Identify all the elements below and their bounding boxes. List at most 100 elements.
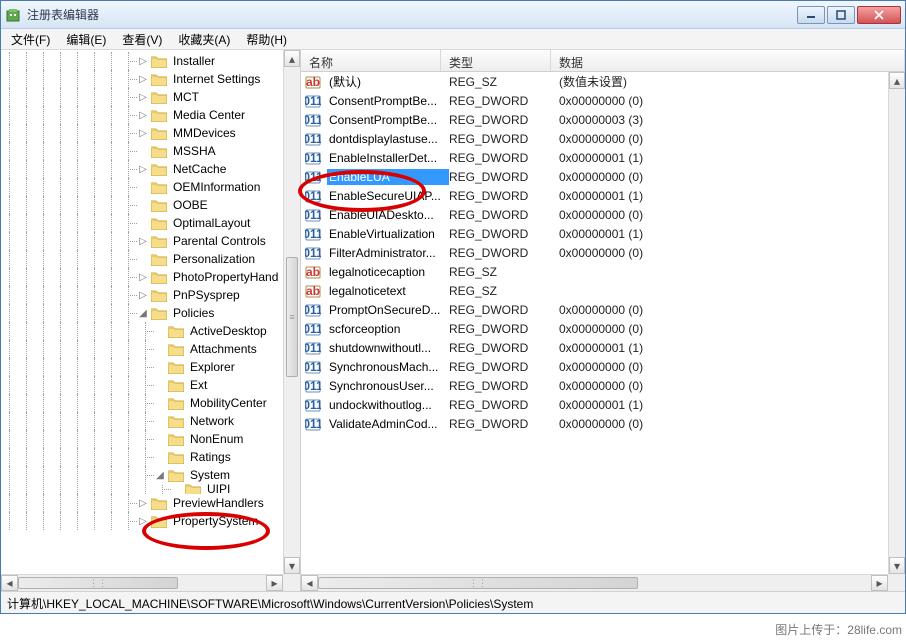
svg-text:011: 011 xyxy=(305,322,321,336)
folder-icon xyxy=(168,361,184,374)
svg-text:011: 011 xyxy=(305,94,321,108)
tree-item[interactable]: OEMInformation xyxy=(1,178,283,196)
value-row[interactable]: 011shutdownwithoutl...REG_DWORD0x0000000… xyxy=(301,338,888,357)
maximize-button[interactable] xyxy=(827,6,855,24)
value-row[interactable]: 011PromptOnSecureD...REG_DWORD0x00000000… xyxy=(301,300,888,319)
value-row[interactable]: 011EnableUIADeskto...REG_DWORD0x00000000… xyxy=(301,205,888,224)
scroll-right-button[interactable]: ▸ xyxy=(266,575,283,591)
value-data: 0x00000001 (1) xyxy=(559,189,888,203)
tree-item[interactable]: MobilityCenter xyxy=(1,394,283,412)
list-header[interactable]: 名称 类型 数据 xyxy=(301,50,905,72)
scroll-up-button[interactable]: ▴ xyxy=(284,50,300,67)
menu-help[interactable]: 帮助(H) xyxy=(238,29,295,50)
scroll-down-button[interactable]: ▾ xyxy=(889,557,905,574)
expander-icon[interactable]: ▷ xyxy=(137,56,149,67)
tree-item[interactable]: ▷PreviewHandlers xyxy=(1,494,283,512)
menu-file[interactable]: 文件(F) xyxy=(3,29,58,50)
tree-item[interactable]: ▷MCT xyxy=(1,88,283,106)
tree-item[interactable]: Attachments xyxy=(1,340,283,358)
tree-item[interactable]: ▷Internet Settings xyxy=(1,70,283,88)
minimize-button[interactable] xyxy=(797,6,825,24)
reg-dword-icon: 011 xyxy=(305,188,321,204)
tree-item[interactable]: MSSHA xyxy=(1,142,283,160)
tree-item[interactable]: ▷Parental Controls xyxy=(1,232,283,250)
value-row[interactable]: 011EnableSecureUIAP...REG_DWORD0x0000000… xyxy=(301,186,888,205)
value-row[interactable]: ab(默认)REG_SZ(数值未设置) xyxy=(301,72,888,91)
expander-icon[interactable]: ▷ xyxy=(137,92,149,103)
value-row[interactable]: 011ValidateAdminCod...REG_DWORD0x0000000… xyxy=(301,414,888,433)
tree-item[interactable]: ◢System xyxy=(1,466,283,484)
list-vscrollbar[interactable]: ▴ ▾ xyxy=(888,72,905,574)
tree-item[interactable]: ActiveDesktop xyxy=(1,322,283,340)
value-list[interactable]: ab(默认)REG_SZ(数值未设置)011ConsentPromptBe...… xyxy=(301,72,888,574)
tree-item[interactable]: Explorer xyxy=(1,358,283,376)
menu-edit[interactable]: 编辑(E) xyxy=(58,29,114,50)
tree-item[interactable]: ▷NetCache xyxy=(1,160,283,178)
expander-icon[interactable]: ◢ xyxy=(154,470,166,481)
tree-item-label: Media Center xyxy=(171,108,247,122)
menu-favorites[interactable]: 收藏夹(A) xyxy=(170,29,238,50)
registry-tree[interactable]: ▷Installer▷Internet Settings▷MCT▷Media C… xyxy=(1,50,283,574)
tree-item[interactable]: Personalization xyxy=(1,250,283,268)
tree-item[interactable]: NonEnum xyxy=(1,430,283,448)
expander-icon[interactable]: ▷ xyxy=(137,128,149,139)
tree-item[interactable]: ▷PhotoPropertyHand xyxy=(1,268,283,286)
expander-icon[interactable]: ▷ xyxy=(137,110,149,121)
tree-vscrollbar[interactable]: ▴ ≡ ▾ xyxy=(283,50,300,574)
expander-icon[interactable]: ▷ xyxy=(137,74,149,85)
expander-icon[interactable]: ▷ xyxy=(137,290,149,301)
expander-icon[interactable]: ◢ xyxy=(137,308,149,319)
column-type[interactable]: 类型 xyxy=(441,50,551,71)
folder-icon xyxy=(168,433,184,446)
tree-item[interactable]: OptimalLayout xyxy=(1,214,283,232)
tree-item[interactable]: ▷ Media Center xyxy=(1,106,283,124)
expander-icon[interactable]: ▷ xyxy=(137,164,149,175)
column-data[interactable]: 数据 xyxy=(551,50,905,71)
scroll-left-button[interactable]: ◂ xyxy=(1,575,18,591)
value-row[interactable]: 011EnableInstallerDet...REG_DWORD0x00000… xyxy=(301,148,888,167)
list-hscrollbar[interactable]: ◂ ⋮⋮ ▸ xyxy=(301,574,888,591)
value-type: REG_DWORD xyxy=(449,170,559,184)
tree-item[interactable]: ◢Policies xyxy=(1,304,283,322)
value-row[interactable]: 011undockwithoutlog...REG_DWORD0x0000000… xyxy=(301,395,888,414)
tree-item[interactable]: ▷PnPSysprep xyxy=(1,286,283,304)
scroll-up-button[interactable]: ▴ xyxy=(889,72,905,89)
value-row[interactable]: 011EnableVirtualizationREG_DWORD0x000000… xyxy=(301,224,888,243)
value-row[interactable]: 011EnableLUAREG_DWORD0x00000000 (0) xyxy=(301,167,888,186)
value-type: REG_DWORD xyxy=(449,208,559,222)
tree-item[interactable]: ▷PropertySystem xyxy=(1,512,283,530)
expander-icon[interactable]: ▷ xyxy=(137,272,149,283)
expander-icon[interactable]: ▷ xyxy=(137,498,149,509)
scroll-corner xyxy=(283,574,300,591)
scroll-down-button[interactable]: ▾ xyxy=(284,557,300,574)
value-name: EnableUIADeskto... xyxy=(327,207,449,223)
value-row[interactable]: 011ConsentPromptBe...REG_DWORD0x00000003… xyxy=(301,110,888,129)
close-button[interactable] xyxy=(857,6,901,24)
tree-item[interactable]: ▷Installer xyxy=(1,52,283,70)
menu-view[interactable]: 查看(V) xyxy=(114,29,170,50)
scroll-right-button[interactable]: ▸ xyxy=(871,575,888,591)
reg-sz-icon: ab xyxy=(305,283,321,299)
value-row[interactable]: 011SynchronousMach...REG_DWORD0x00000000… xyxy=(301,357,888,376)
tree-item[interactable]: UIPI xyxy=(1,484,283,494)
expander-icon[interactable]: ▷ xyxy=(137,516,149,527)
value-row[interactable]: 011SynchronousUser...REG_DWORD0x00000000… xyxy=(301,376,888,395)
value-row[interactable]: ablegalnoticecaptionREG_SZ xyxy=(301,262,888,281)
tree-item[interactable]: OOBE xyxy=(1,196,283,214)
value-row[interactable]: ablegalnoticetextREG_SZ xyxy=(301,281,888,300)
value-row[interactable]: 011FilterAdministrator...REG_DWORD0x0000… xyxy=(301,243,888,262)
tree-hscrollbar[interactable]: ◂ ⋮⋮ ▸ xyxy=(1,574,283,591)
value-row[interactable]: 011scforceoptionREG_DWORD0x00000000 (0) xyxy=(301,319,888,338)
value-row[interactable]: 011dontdisplaylastuse...REG_DWORD0x00000… xyxy=(301,129,888,148)
expander-icon[interactable]: ▷ xyxy=(137,236,149,247)
column-name[interactable]: 名称 xyxy=(301,50,441,71)
titlebar[interactable]: 注册表编辑器 xyxy=(1,1,905,29)
scroll-left-button[interactable]: ◂ xyxy=(301,575,318,591)
reg-dword-icon: 011 xyxy=(305,169,321,185)
tree-item[interactable]: ▷MMDevices xyxy=(1,124,283,142)
value-row[interactable]: 011ConsentPromptBe...REG_DWORD0x00000000… xyxy=(301,91,888,110)
tree-item[interactable]: Ratings xyxy=(1,448,283,466)
tree-item[interactable]: Network xyxy=(1,412,283,430)
tree-item[interactable]: Ext xyxy=(1,376,283,394)
value-name: SynchronousMach... xyxy=(327,359,449,375)
